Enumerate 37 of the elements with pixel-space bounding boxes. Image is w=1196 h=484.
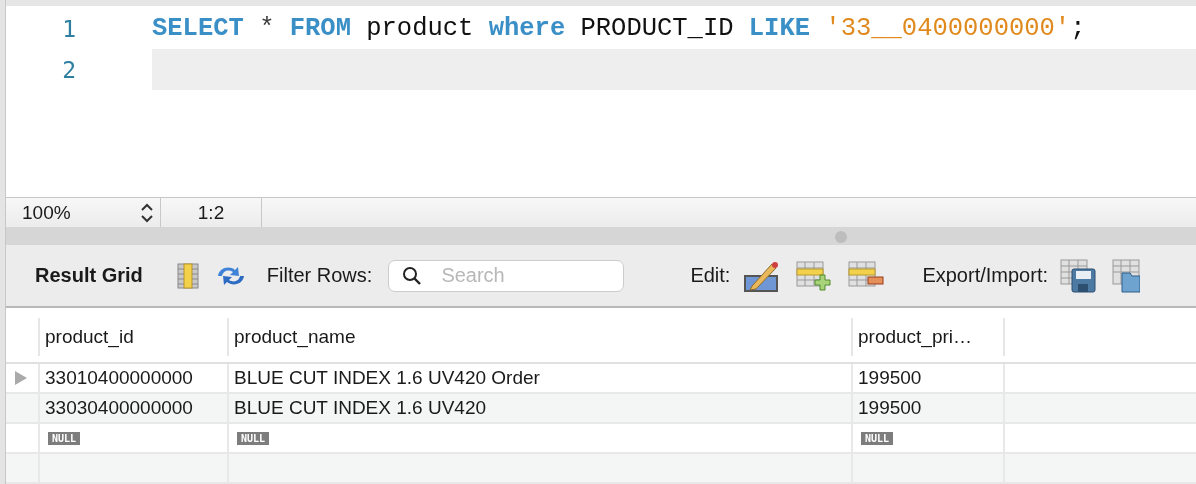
- line-number: 1: [61, 15, 77, 42]
- code-token: where: [488, 14, 566, 43]
- code-token: FROM: [289, 14, 351, 43]
- code-token: ;: [1070, 14, 1086, 43]
- result-grid-title: Result Grid: [35, 264, 143, 288]
- code-token: product: [366, 14, 474, 43]
- table-cell: 33010400000000: [45, 367, 193, 389]
- export-import-label: Export/Import:: [922, 264, 1048, 288]
- save-icon[interactable]: [1060, 258, 1096, 293]
- splitter-handle[interactable]: [835, 231, 847, 243]
- table-cell: 199500: [858, 367, 922, 389]
- table-cell: 33030400000000: [45, 397, 193, 419]
- null-badge: NULL: [48, 431, 81, 445]
- null-badge: NULL: [861, 431, 894, 445]
- code-token: *: [259, 14, 275, 43]
- folder-upload-icon[interactable]: [1112, 258, 1140, 293]
- null-badge: NULL: [237, 431, 270, 445]
- line-number: 2: [61, 56, 77, 83]
- code-token: LIKE: [748, 14, 811, 43]
- table-cell: 199500: [858, 397, 922, 419]
- code-token: PRODUCT_ID: [580, 14, 734, 43]
- add-row-icon[interactable]: [796, 260, 833, 291]
- search-icon: [402, 265, 423, 286]
- pencil-edit-icon[interactable]: [744, 259, 781, 292]
- search-field[interactable]: Search: [388, 259, 625, 292]
- table-cell: BLUE CUT INDEX 1.6 UV420 Order: [234, 367, 540, 389]
- column-header[interactable]: product_pri…: [851, 318, 1003, 356]
- table-cell: BLUE CUT INDEX 1.6 UV420: [234, 397, 487, 419]
- current-row-icon: [14, 370, 28, 386]
- stepper-icon: [140, 201, 154, 224]
- code-token: SELECT: [152, 14, 244, 43]
- column-header[interactable]: product_name: [227, 318, 851, 356]
- edit-label: Edit:: [690, 264, 731, 288]
- filter-label: Filter Rows:: [266, 264, 373, 288]
- columns-icon[interactable]: [176, 262, 199, 289]
- code-token: '33__0400000000': [825, 14, 1071, 43]
- column-header[interactable]: product_id: [38, 318, 227, 356]
